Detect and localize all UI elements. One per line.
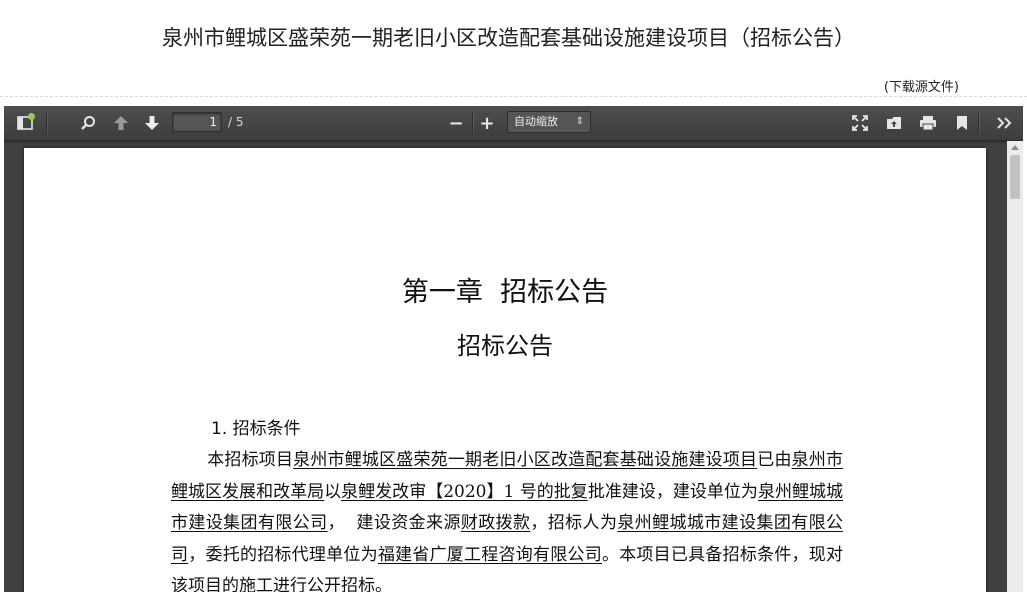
toolbar-separator — [46, 112, 48, 134]
zoom-select[interactable]: 自动缩放 ⇕ — [507, 111, 591, 133]
text-segment: ， 建设资金来源 — [327, 513, 461, 533]
page-number-input[interactable]: 1 — [172, 112, 222, 132]
notice-title: 招标公告 — [457, 332, 553, 360]
download-source-link[interactable]: (下载源文件) — [884, 76, 959, 95]
bookmark-icon — [956, 115, 968, 131]
previous-page-button[interactable] — [109, 111, 133, 135]
tender-conditions-paragraph: 本招标项目泉州市鲤城区盛荣苑一期老旧小区改造配套基础设施建设项目已由泉州市鲤城区… — [171, 445, 843, 592]
page-count-label: / 5 — [228, 115, 244, 129]
scroll-up-arrow-icon[interactable] — [1011, 145, 1019, 150]
search-icon — [80, 115, 96, 131]
open-file-button[interactable] — [882, 111, 906, 135]
chevron-updown-icon: ⇕ — [575, 116, 584, 127]
text-segment: ，招标人为 — [530, 513, 618, 533]
zoom-select-value: 自动缩放 — [514, 115, 558, 128]
sidebar-toggle-button[interactable] — [13, 111, 37, 135]
text-segment: 批准建设，建设单位为 — [587, 481, 758, 502]
toolbar-separator — [472, 112, 474, 134]
tools-menu-button[interactable] — [992, 111, 1016, 135]
scrollbar-thumb[interactable] — [1010, 155, 1020, 199]
pdf-toolbar: 1 / 5 − + 自动缩放 ⇕ — [4, 106, 1023, 141]
page-title: 泉州市鲤城区盛荣苑一期老旧小区改造配套基础设施建设项目（招标公告） — [162, 26, 855, 50]
arrow-down-icon — [144, 115, 160, 131]
toolbar-separator — [978, 112, 980, 134]
arrow-up-icon — [113, 115, 129, 131]
chapter-title: 第一章 招标公告 — [401, 277, 609, 308]
bookmark-button[interactable] — [950, 111, 974, 135]
fund-source: 财政拨款 — [460, 513, 531, 533]
zoom-in-button[interactable]: + — [475, 111, 499, 135]
fullscreen-icon — [852, 115, 868, 131]
zoom-out-button[interactable]: − — [444, 111, 468, 135]
search-button[interactable] — [76, 111, 100, 135]
text-segment: 本招标项目 — [207, 450, 294, 470]
sidebar-icon — [17, 113, 35, 130]
section-heading: 1. 招标条件 — [211, 419, 301, 439]
agent-name: 福建省广厦工程咨询有限公司 — [377, 544, 602, 565]
open-file-icon — [886, 115, 902, 131]
text-segment: ，委托的招标代理单位为 — [188, 544, 378, 565]
sidebar-indicator-dot — [28, 113, 35, 120]
print-button[interactable] — [916, 111, 940, 135]
approval-document: 泉鲤发改审【2020】1 号的批复 — [341, 481, 588, 502]
text-segment: 以 — [324, 481, 342, 502]
pdf-viewer: 1 / 5 − + 自动缩放 ⇕ 第一章 招标公告 招标公告 1. 招标条件 本… — [4, 106, 1023, 592]
header-divider — [0, 96, 1027, 97]
next-page-button[interactable] — [140, 111, 164, 135]
double-chevron-right-icon — [996, 116, 1012, 130]
print-icon — [919, 115, 937, 131]
document-page: 第一章 招标公告 招标公告 1. 招标条件 本招标项目泉州市鲤城区盛荣苑一期老旧… — [24, 148, 986, 592]
vertical-scrollbar[interactable] — [1007, 141, 1023, 592]
project-name: 泉州市鲤城区盛荣苑一期老旧小区改造配套基础设施建设项目 — [293, 450, 758, 470]
presentation-mode-button[interactable] — [848, 111, 872, 135]
text-segment: 已由 — [757, 450, 792, 470]
